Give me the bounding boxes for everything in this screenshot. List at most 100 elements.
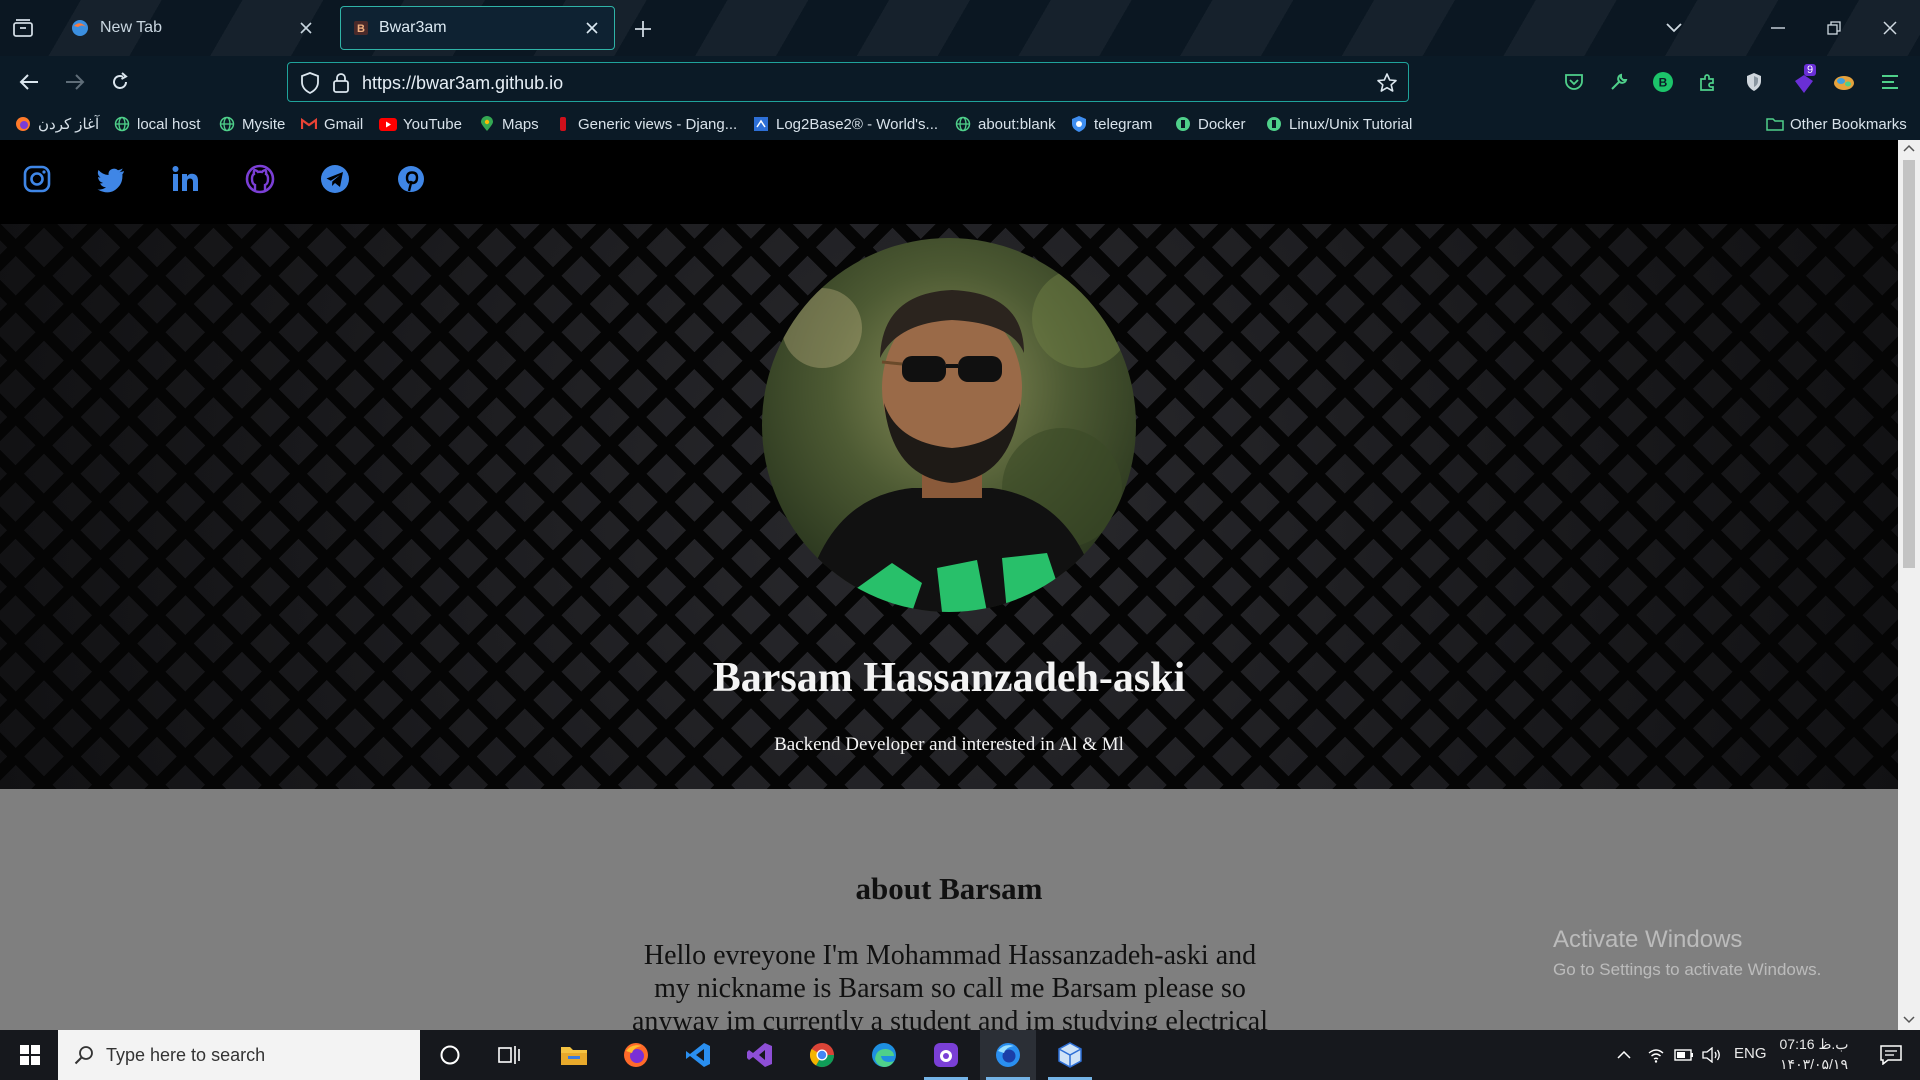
bookmark-item[interactable]: Mysite (218, 114, 285, 134)
bookmark-item[interactable]: Generic views - Djang... (554, 114, 737, 134)
back-arrow-icon[interactable] (16, 69, 42, 95)
reload-icon[interactable] (107, 69, 133, 95)
social-links-bar (0, 140, 1898, 224)
tab-overview-icon[interactable] (10, 16, 36, 40)
vscode-icon[interactable] (670, 1030, 726, 1080)
bookmark-item[interactable]: Linux/Unix Tutorial (1265, 114, 1412, 134)
bookmark-label: Log2Base2® - World's... (776, 115, 939, 133)
visual-studio-icon[interactable] (732, 1030, 788, 1080)
bookmark-item[interactable]: Log2Base2® - World's... (752, 114, 938, 134)
file-explorer-icon[interactable] (546, 1030, 602, 1080)
telegram-icon[interactable] (318, 162, 352, 196)
bookmark-item[interactable]: local host (113, 114, 200, 134)
linkedin-icon[interactable] (168, 162, 202, 196)
notifications-icon[interactable] (1866, 1030, 1916, 1080)
tab-title: New Tab (100, 19, 162, 36)
bookmark-star-icon[interactable] (1376, 72, 1398, 94)
extensions-puzzle-icon[interactable] (1696, 70, 1720, 94)
app-menu-icon[interactable] (1878, 70, 1902, 94)
globe-icon (954, 115, 972, 133)
restore-window-icon[interactable] (1820, 16, 1848, 40)
github-icon[interactable] (243, 162, 277, 196)
bookmark-item[interactable]: telegram (1070, 114, 1152, 134)
volume-icon[interactable] (1696, 1030, 1728, 1080)
scroll-down-arrow-icon[interactable] (1903, 1016, 1915, 1024)
page-viewport: Barsam Hassanzadeh-aski Backend Develope… (0, 140, 1898, 1030)
instagram-icon[interactable] (20, 162, 54, 196)
telegram-shield-icon (1070, 115, 1088, 133)
about-title: about Barsam (855, 871, 1043, 906)
ad-block-shield-icon[interactable] (1742, 70, 1766, 94)
github-desktop-icon[interactable] (918, 1030, 974, 1080)
about-text: Hello evreyone I'm Mohammad Hassanzadeh-… (631, 940, 1269, 1030)
bookmark-label: telegram (1094, 115, 1153, 133)
padlock-icon[interactable] (332, 72, 350, 94)
firefox-developer-icon[interactable] (980, 1030, 1036, 1080)
pinterest-icon[interactable] (394, 162, 428, 196)
new-tab-plus-icon[interactable] (630, 16, 656, 42)
tab-new-tab[interactable]: New Tab (58, 6, 328, 50)
pocket-icon[interactable] (1562, 70, 1586, 94)
svg-text:B: B (357, 23, 365, 35)
bookmark-label: آغاز کردن (38, 116, 100, 133)
tab-bwar3am[interactable]: B Bwar3am (340, 6, 615, 50)
url-text[interactable]: https://bwar3am.github.io (362, 73, 563, 94)
start-windows-icon[interactable] (2, 1030, 58, 1080)
cortana-icon[interactable] (422, 1030, 478, 1080)
bookmark-item[interactable]: آغاز کردن (14, 114, 99, 134)
taskbar-search[interactable]: Type here to search (58, 1030, 420, 1080)
django-icon (554, 115, 572, 133)
address-bar[interactable]: https://bwar3am.github.io (287, 62, 1409, 102)
twitter-icon[interactable] (94, 162, 128, 196)
bookmark-item[interactable]: Maps (478, 114, 539, 134)
firefox-icon (14, 115, 32, 133)
edge-icon[interactable] (856, 1030, 912, 1080)
minimize-icon[interactable] (1764, 16, 1792, 40)
scrollbar-thumb[interactable] (1903, 160, 1915, 568)
task-view-icon[interactable] (482, 1030, 538, 1080)
tracking-shield-icon[interactable] (300, 72, 320, 94)
bookmark-label: Generic views - Djang... (578, 115, 738, 133)
taskbar-clock[interactable]: 07:16 ب.ظ ۱۴۰۳/۰۵/۱۹ (1770, 1034, 1858, 1074)
activate-windows-watermark: Activate Windows Go to Settings to activ… (1553, 926, 1821, 980)
close-tab-icon[interactable] (582, 18, 602, 38)
close-window-icon[interactable] (1876, 16, 1904, 40)
close-tab-icon[interactable] (296, 18, 316, 38)
virtualbox-icon[interactable] (1042, 1030, 1098, 1080)
bookmark-item[interactable]: Gmail (300, 114, 363, 134)
show-hidden-icons-chevron-icon[interactable] (1608, 1030, 1640, 1080)
firefox-icon (70, 18, 90, 38)
bookmark-label: Linux/Unix Tutorial (1289, 115, 1413, 133)
bookmark-label: local host (137, 115, 201, 133)
tab-strip: New Tab B Bwar3am (0, 0, 1920, 56)
input-language[interactable]: ENG (1734, 1045, 1767, 1062)
tutorial-icon (1265, 115, 1283, 133)
profile-b-icon[interactable]: B (1651, 70, 1675, 94)
chrome-icon[interactable] (794, 1030, 850, 1080)
bookmark-label: Maps (502, 115, 539, 133)
log2base2-icon (752, 115, 770, 133)
extension-badge-icon[interactable]: 9 (1787, 64, 1821, 96)
svg-text:B: B (1659, 76, 1668, 90)
firefox-taskbar-icon[interactable] (608, 1030, 664, 1080)
globe-icon (113, 115, 131, 133)
bookmark-label: Gmail (324, 115, 364, 133)
wrench-icon[interactable] (1607, 70, 1631, 94)
folder-icon (1766, 115, 1784, 133)
bookmark-label: about:blank (978, 115, 1056, 133)
list-tabs-chevron-icon[interactable] (1660, 16, 1688, 40)
other-bookmarks[interactable]: Other Bookmarks (1766, 114, 1907, 134)
forward-arrow-icon[interactable] (62, 69, 88, 95)
tab-title: Bwar3am (379, 19, 447, 36)
hero-name: Barsam Hassanzadeh-aski (712, 655, 1186, 701)
search-placeholder: Type here to search (106, 1044, 266, 1065)
bookmark-item[interactable]: about:blank (954, 114, 1056, 134)
color-picker-icon[interactable] (1832, 70, 1856, 94)
scroll-up-arrow-icon[interactable] (1903, 144, 1915, 152)
bookmark-item[interactable]: YouTube (379, 114, 462, 134)
page-scrollbar[interactable] (1898, 140, 1920, 1030)
bookmark-item[interactable]: Docker (1174, 114, 1246, 134)
extension-badge-count: 9 (1804, 64, 1817, 76)
globe-icon (218, 115, 236, 133)
bookmarks-toolbar: آغاز کردن local host Mysite Gmail YouTub… (0, 108, 1920, 140)
